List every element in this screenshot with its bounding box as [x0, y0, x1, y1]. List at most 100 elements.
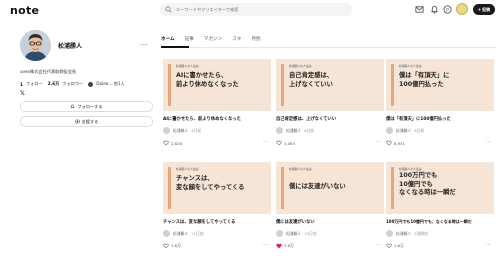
- tab-divider: [161, 47, 496, 48]
- search-bar[interactable]: [160, 3, 352, 16]
- thumbnail-headline: チャンスは、 変な顔をしてやってくる: [176, 175, 245, 191]
- article-card[interactable]: 松浦勝人の人生論 AIに書かせたら、 前より休めなくなった AIに書かせたら、前…: [163, 59, 271, 146]
- post-date: 8日前: [414, 127, 425, 133]
- article-title[interactable]: チャンスは、変な顔をしてやってくる: [163, 219, 271, 225]
- author-avatar[interactable]: [386, 127, 393, 134]
- thumbnail-headline: AIに書かせたら、 前より休めなくなった: [176, 72, 239, 88]
- follower-count[interactable]: 2.6万: [48, 81, 60, 87]
- like-count: 1.6万: [394, 243, 404, 248]
- more-icon[interactable]: ⋯: [263, 242, 268, 248]
- article-card[interactable]: 松浦勝人の人生論 100万円でも 10億円でも なくなる時は一瞬だ 100万円で…: [386, 162, 494, 249]
- profile-avatar[interactable]: [20, 30, 51, 61]
- heart-icon[interactable]: [163, 243, 169, 249]
- like-count: 3,063: [284, 140, 295, 146]
- article-thumbnail[interactable]: 松浦勝人の人生論 100万円でも 10億円でも なくなる時は一瞬だ: [386, 162, 494, 214]
- post-button[interactable]: + 投稿: [473, 4, 495, 15]
- member-avatar: [88, 81, 94, 87]
- article-title[interactable]: 100万円でも10億円でも、なくなる時は一瞬だ: [386, 219, 494, 225]
- follow-label[interactable]: フォロー: [26, 81, 43, 87]
- tab-monthly[interactable]: 月別: [251, 31, 260, 42]
- search-input[interactable]: [176, 7, 346, 12]
- article-card[interactable]: 松浦勝人の人生論 チャンスは、 変な顔をしてやってくる チャンスは、変な顔をして…: [163, 162, 271, 249]
- author-avatar[interactable]: [163, 127, 170, 134]
- author-avatar[interactable]: [386, 230, 393, 237]
- thumbnail-headline: 僕には友達がいない: [289, 183, 346, 190]
- user-avatar[interactable]: [456, 3, 468, 15]
- more-icon[interactable]: ⋯: [486, 139, 491, 145]
- thumbnail-accent-bar: [281, 64, 284, 106]
- note-logo[interactable]: note: [10, 4, 39, 17]
- thumbnail-accent-bar: [391, 167, 394, 209]
- points-icon[interactable]: P: [443, 5, 452, 14]
- article-stats: 1.6万 ⋯: [276, 242, 384, 249]
- author-name[interactable]: 松浦勝人: [173, 128, 188, 134]
- more-options-icon[interactable]: ···: [140, 41, 148, 49]
- follow-button[interactable]: フォローする: [20, 101, 153, 112]
- article-thumbnail[interactable]: 松浦勝人の人生論 僕は「有頂天」に 100億円払った: [386, 59, 494, 111]
- post-date: 4日前: [191, 127, 202, 133]
- thumbnail-eyebrow: 松浦勝人の人生論: [289, 64, 312, 68]
- plus-icon: +: [477, 7, 482, 12]
- support-button[interactable]: 支援する: [20, 116, 153, 127]
- more-icon[interactable]: ⋯: [263, 139, 268, 145]
- article-thumbnail[interactable]: 松浦勝人の人生論 自己肯定感は、 上げなくていい: [276, 59, 384, 111]
- heart-filled-icon[interactable]: [276, 243, 282, 249]
- article-title[interactable]: 自己肯定感は、上げなくていい: [276, 116, 384, 122]
- member-text[interactable]: Dalee... 他1人: [96, 81, 124, 87]
- heart-icon[interactable]: [386, 243, 392, 249]
- thumbnail-accent-bar: [281, 167, 284, 209]
- bell-icon[interactable]: [430, 5, 439, 14]
- article-thumbnail[interactable]: 松浦勝人の人生論 僕には友達がいない: [276, 162, 384, 214]
- tab-likes[interactable]: スキ: [232, 31, 241, 42]
- author-name[interactable]: 松浦勝人: [396, 128, 411, 134]
- profile-name: 松浦勝人: [58, 43, 83, 50]
- article-thumbnail[interactable]: 松浦勝人の人生論 AIに書かせたら、 前より休めなくなった: [163, 59, 271, 111]
- like-count: 2,828: [171, 140, 182, 146]
- author-avatar[interactable]: [276, 127, 283, 134]
- article-title[interactable]: 僕は「有頂天」に100億円払った: [386, 116, 494, 122]
- profile-tabs: ホーム 記事 マガジン スキ 月別: [161, 31, 271, 47]
- thumbnail-headline: 100万円でも 10億円でも なくなる時は一瞬だ: [399, 172, 456, 196]
- article-title[interactable]: AIに書かせたら、前より休めなくなった: [163, 116, 271, 122]
- article-card[interactable]: 松浦勝人の人生論 自己肯定感は、 上げなくていい 自己肯定感は、上げなくていい …: [276, 59, 384, 146]
- follow-count[interactable]: 1: [20, 82, 23, 87]
- thumbnail-accent-bar: [168, 64, 171, 106]
- post-date: 11日前: [191, 230, 204, 236]
- x-icon[interactable]: 𝕏: [20, 90, 25, 97]
- more-icon[interactable]: ⋯: [486, 242, 491, 248]
- thumbnail-headline: 自己肯定感は、 上げなくていい: [289, 72, 334, 88]
- more-icon[interactable]: ⋯: [376, 242, 381, 248]
- tab-magazine[interactable]: マガジン: [204, 31, 222, 42]
- author-name[interactable]: 松浦勝人: [286, 128, 301, 134]
- author-name[interactable]: 松浦勝人: [286, 231, 301, 237]
- article-thumbnail[interactable]: 松浦勝人の人生論 チャンスは、 変な顔をしてやってくる: [163, 162, 271, 214]
- article-stats: 8,931 ⋯: [386, 139, 494, 146]
- mail-icon[interactable]: [415, 5, 424, 14]
- post-date: 2週間前: [414, 230, 428, 236]
- tab-articles[interactable]: 記事: [185, 31, 194, 42]
- author-name[interactable]: 松浦勝人: [173, 231, 188, 237]
- heart-icon[interactable]: [386, 140, 392, 146]
- follower-label[interactable]: フォロワー: [62, 81, 83, 87]
- like-count: 8,931: [394, 140, 405, 146]
- more-icon[interactable]: ⋯: [376, 139, 381, 145]
- article-meta: 松浦勝人 2週間前: [386, 230, 494, 237]
- author-name[interactable]: 松浦勝人: [396, 231, 411, 237]
- article-title[interactable]: 僕には友達がいない: [276, 219, 384, 225]
- heart-icon[interactable]: [163, 140, 169, 146]
- thumbnail-accent-bar: [391, 64, 394, 106]
- thumbnail-eyebrow: 松浦勝人の人生論: [399, 167, 422, 171]
- author-avatar[interactable]: [163, 230, 170, 237]
- tab-home[interactable]: ホーム: [161, 31, 175, 42]
- like-count: 1.6万: [284, 243, 294, 248]
- profile-bio: avex株式会社代表取締役会長: [20, 69, 77, 74]
- author-avatar[interactable]: [276, 230, 283, 237]
- thumbnail-eyebrow: 松浦勝人の人生論: [399, 64, 422, 68]
- support-icon: [74, 119, 80, 124]
- heart-icon[interactable]: [276, 140, 282, 146]
- article-card[interactable]: 松浦勝人の人生論 僕は「有頂天」に 100億円払った 僕は「有頂天」に100億円…: [386, 59, 494, 146]
- article-card[interactable]: 松浦勝人の人生論 僕には友達がいない 僕には友達がいない 松浦勝人 13日前 1…: [276, 162, 384, 249]
- svg-text:P: P: [446, 7, 449, 13]
- thumbnail-eyebrow: 松浦勝人の人生論: [176, 64, 199, 68]
- active-tab-indicator: [161, 46, 189, 48]
